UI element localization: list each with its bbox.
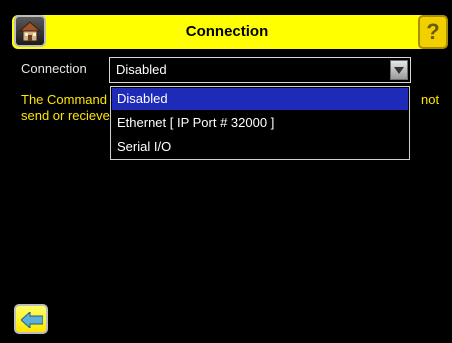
dropdown-option-disabled[interactable]: Disabled [112, 88, 408, 110]
select-arrow-button[interactable] [390, 60, 408, 80]
connection-dropdown-list: Disabled Ethernet [ IP Port # 32000 ] Se… [110, 86, 410, 160]
help-icon: ? [426, 19, 440, 44]
connection-label: Connection [21, 61, 87, 76]
dropdown-option-serial[interactable]: Serial I/O [112, 136, 408, 158]
connection-select[interactable]: Disabled [109, 57, 411, 83]
home-button[interactable] [14, 15, 46, 47]
title-bar: Connection [12, 15, 442, 49]
dropdown-option-ethernet[interactable]: Ethernet [ IP Port # 32000 ] [112, 112, 408, 134]
screen: Connection ? Connection Disabled The Com… [0, 0, 452, 343]
info-line-1-tail: not [421, 92, 440, 107]
help-button[interactable]: ? [418, 15, 448, 49]
back-button[interactable] [14, 304, 48, 334]
back-arrow-icon [21, 312, 43, 328]
chevron-down-icon [394, 67, 404, 74]
page-title: Connection [185, 23, 269, 40]
connection-select-value: Disabled [116, 62, 167, 77]
home-icon [18, 21, 42, 42]
